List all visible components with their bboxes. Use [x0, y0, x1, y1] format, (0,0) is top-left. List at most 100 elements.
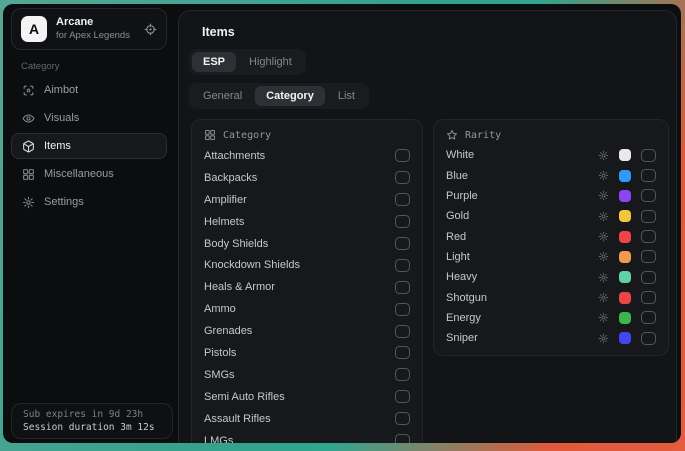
category-label: Assault Rifles — [204, 413, 395, 425]
category-panel: Category AttachmentsBackpacksAmplifierHe… — [191, 119, 423, 443]
rarity-row-purple: Purple — [446, 186, 656, 206]
heavy-settings-gear-icon[interactable] — [598, 272, 609, 283]
sidebar-item-label: Aimbot — [44, 84, 78, 96]
heavy-checkbox[interactable] — [641, 271, 656, 284]
smgs-checkbox[interactable] — [395, 368, 410, 381]
sidebar-item-miscellaneous[interactable]: Miscellaneous — [11, 161, 167, 187]
category-row-attachments: Attachments — [204, 145, 410, 167]
attachments-checkbox[interactable] — [395, 149, 410, 162]
red-settings-gear-icon[interactable] — [598, 231, 609, 242]
energy-checkbox[interactable] — [641, 311, 656, 324]
rarity-list: WhiteBluePurpleGoldRedLightHeavyShotgunE… — [446, 145, 656, 348]
layout-grid-icon — [204, 129, 216, 141]
blue-checkbox[interactable] — [641, 169, 656, 182]
semi-auto-rifles-checkbox[interactable] — [395, 390, 410, 403]
category-panel-header: Category — [204, 129, 410, 141]
rarity-row-blue: Blue — [446, 165, 656, 185]
session-duration-text: Session duration 3m 12s — [23, 422, 161, 433]
rarity-label: Purple — [446, 190, 598, 202]
esp-highlight-tabs: ESPHighlight — [189, 49, 306, 75]
tab-category[interactable]: Category — [255, 86, 325, 106]
crosshair-icon[interactable] — [144, 23, 157, 36]
red-color-swatch[interactable] — [619, 231, 631, 243]
amplifier-checkbox[interactable] — [395, 193, 410, 206]
brand-text: Arcane for Apex Legends — [56, 16, 135, 42]
category-row-pistols: Pistols — [204, 342, 410, 364]
shotgun-settings-gear-icon[interactable] — [598, 292, 609, 303]
category-panel-title: Category — [223, 130, 271, 141]
shotgun-checkbox[interactable] — [641, 291, 656, 304]
light-settings-gear-icon[interactable] — [598, 251, 609, 262]
gear-icon — [22, 196, 35, 209]
knockdown-shields-checkbox[interactable] — [395, 259, 410, 272]
sidebar-item-aimbot[interactable]: Aimbot — [11, 77, 167, 103]
sidebar-item-settings[interactable]: Settings — [11, 189, 167, 215]
blue-color-swatch[interactable] — [619, 170, 631, 182]
tab-list[interactable]: List — [327, 86, 366, 106]
helmets-checkbox[interactable] — [395, 215, 410, 228]
category-label: Amplifier — [204, 194, 395, 206]
ammo-checkbox[interactable] — [395, 303, 410, 316]
app-window: A Arcane for Apex Legends Category Aimbo… — [3, 4, 681, 443]
brand-title: Arcane — [56, 16, 135, 30]
category-list: AttachmentsBackpacksAmplifierHelmetsBody… — [204, 145, 410, 443]
grenades-checkbox[interactable] — [395, 325, 410, 338]
category-label: Backpacks — [204, 172, 395, 184]
sniper-settings-gear-icon[interactable] — [598, 333, 609, 344]
sniper-color-swatch[interactable] — [619, 332, 631, 344]
category-label: Body Shields — [204, 238, 395, 250]
category-row-smgs: SMGs — [204, 364, 410, 386]
backpacks-checkbox[interactable] — [395, 171, 410, 184]
assault-rifles-checkbox[interactable] — [395, 412, 410, 425]
main-panel: Items ESPHighlight GeneralCategoryList C… — [178, 10, 677, 443]
grid-icon — [22, 168, 35, 181]
white-color-swatch[interactable] — [619, 149, 631, 161]
heals-armor-checkbox[interactable] — [395, 281, 410, 294]
pistols-checkbox[interactable] — [395, 346, 410, 359]
sidebar-item-label: Items — [44, 140, 71, 152]
category-label: Knockdown Shields — [204, 259, 395, 271]
category-row-backpacks: Backpacks — [204, 167, 410, 189]
energy-color-swatch[interactable] — [619, 312, 631, 324]
gold-settings-gear-icon[interactable] — [598, 211, 609, 222]
rarity-row-light: Light — [446, 247, 656, 267]
sidebar-item-items[interactable]: Items — [11, 133, 167, 159]
category-label: SMGs — [204, 369, 395, 381]
rarity-label: White — [446, 149, 598, 161]
rarity-label: Sniper — [446, 332, 598, 344]
cube-icon — [22, 140, 35, 153]
white-checkbox[interactable] — [641, 149, 656, 162]
rarity-row-red: Red — [446, 226, 656, 246]
energy-settings-gear-icon[interactable] — [598, 312, 609, 323]
sidebar-item-visuals[interactable]: Visuals — [11, 105, 167, 131]
tab-highlight[interactable]: Highlight — [238, 52, 303, 72]
sidebar-nav: Aimbot Visuals Items MiscellaneousSettings — [11, 77, 167, 215]
body-shields-checkbox[interactable] — [395, 237, 410, 250]
eye-icon — [22, 112, 35, 125]
white-settings-gear-icon[interactable] — [598, 150, 609, 161]
purple-settings-gear-icon[interactable] — [598, 190, 609, 201]
category-row-body-shields: Body Shields — [204, 233, 410, 255]
category-label: Ammo — [204, 303, 395, 315]
rarity-row-shotgun: Shotgun — [446, 287, 656, 307]
blue-settings-gear-icon[interactable] — [598, 170, 609, 181]
purple-color-swatch[interactable] — [619, 190, 631, 202]
gold-color-swatch[interactable] — [619, 210, 631, 222]
rarity-label: Heavy — [446, 271, 598, 283]
shotgun-color-swatch[interactable] — [619, 292, 631, 304]
rarity-row-white: White — [446, 145, 656, 165]
page-title: Items — [202, 25, 235, 39]
tab-general[interactable]: General — [192, 86, 253, 106]
light-color-swatch[interactable] — [619, 251, 631, 263]
sub-expires-text: Sub expires in 9d 23h — [23, 409, 161, 420]
sidebar: A Arcane for Apex Legends Category Aimbo… — [3, 4, 175, 443]
purple-checkbox[interactable] — [641, 189, 656, 202]
rarity-label: Shotgun — [446, 292, 598, 304]
red-checkbox[interactable] — [641, 230, 656, 243]
tab-esp[interactable]: ESP — [192, 52, 236, 72]
sniper-checkbox[interactable] — [641, 332, 656, 345]
light-checkbox[interactable] — [641, 250, 656, 263]
heavy-color-swatch[interactable] — [619, 271, 631, 283]
gold-checkbox[interactable] — [641, 210, 656, 223]
lmgs-checkbox[interactable] — [395, 434, 410, 443]
